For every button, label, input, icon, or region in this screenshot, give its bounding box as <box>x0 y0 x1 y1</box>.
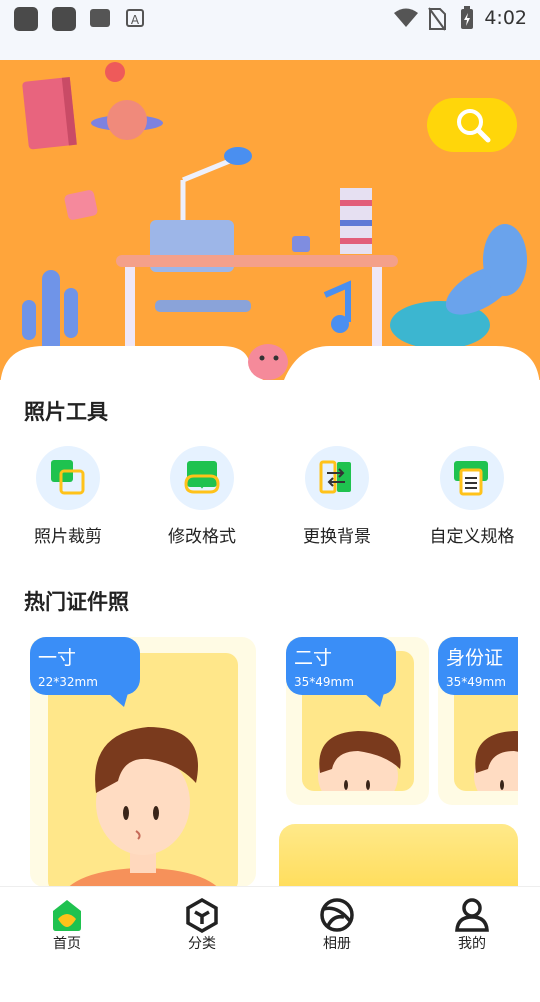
size-tag-idcard: 身份证 35*49mm <box>438 637 518 695</box>
size-tag-1inch: 一寸 22*32mm <box>30 637 140 695</box>
tag-pointer <box>108 693 128 707</box>
size-tag-2inch: 二寸 35*49mm <box>286 637 396 695</box>
no-sim-icon <box>428 7 446 31</box>
nav-profile[interactable]: 我的 <box>422 887 522 957</box>
tool-custom-label: 自定义规格 <box>429 527 515 547</box>
tool-crop-circle <box>36 446 100 510</box>
profile-icon <box>455 898 489 932</box>
hot-title: 热门证件照 <box>24 590 129 614</box>
crop-photo-icon <box>51 460 85 495</box>
app-icon <box>52 7 76 31</box>
tool-background-label: 更换背景 <box>303 527 371 547</box>
tool-crop-label: 照片裁剪 <box>34 527 102 547</box>
nav-category-label: 分类 <box>188 936 216 952</box>
search-icon <box>457 109 491 143</box>
custom-size-icon <box>454 461 488 496</box>
status-gap <box>0 38 540 60</box>
notification-icon <box>14 7 38 31</box>
tools-title: 照片工具 <box>24 400 108 424</box>
image-icon <box>90 9 110 27</box>
size-name-1inch: 一寸 <box>38 647 77 669</box>
battery-charging-icon <box>461 6 473 29</box>
tool-background[interactable]: 更换背景 <box>277 446 397 547</box>
home-icon <box>53 900 81 931</box>
nav-album[interactable]: 相册 <box>287 887 387 957</box>
tool-format[interactable]: 修改格式 <box>142 446 262 547</box>
nav-category[interactable]: 分类 <box>152 887 252 957</box>
wifi-icon <box>394 8 418 27</box>
size-dims-idcard: 35*49mm <box>446 675 506 689</box>
tag-pointer <box>364 693 384 707</box>
size-dims-1inch: 22*32mm <box>38 675 98 689</box>
nav-home-label: 首页 <box>53 936 81 952</box>
text-icon: A <box>126 9 144 27</box>
nav-profile-label: 我的 <box>458 936 486 952</box>
nav-album-label: 相册 <box>323 936 351 952</box>
bottom-nav: 首页 分类 相册 我的 <box>0 886 540 961</box>
size-name-idcard: 身份证 <box>446 647 504 669</box>
album-icon <box>320 898 354 932</box>
card-top-curve <box>0 344 540 390</box>
tool-custom-circle <box>440 446 504 510</box>
background-swap-icon <box>319 460 351 494</box>
tool-format-circle <box>170 446 234 510</box>
size-dims-2inch: 35*49mm <box>294 675 354 689</box>
tool-background-circle <box>305 446 369 510</box>
status-bar: A 4:02 <box>0 0 540 38</box>
tool-format-label: 修改格式 <box>168 527 236 547</box>
format-change-icon <box>184 461 220 494</box>
tool-crop[interactable]: 照片裁剪 <box>8 446 128 547</box>
category-icon <box>186 897 218 933</box>
nav-home[interactable]: 首页 <box>17 887 117 957</box>
size-name-2inch: 二寸 <box>294 647 333 669</box>
status-time: 4:02 <box>484 7 527 29</box>
tool-custom[interactable]: 自定义规格 <box>412 446 532 547</box>
search-button[interactable] <box>427 98 517 152</box>
